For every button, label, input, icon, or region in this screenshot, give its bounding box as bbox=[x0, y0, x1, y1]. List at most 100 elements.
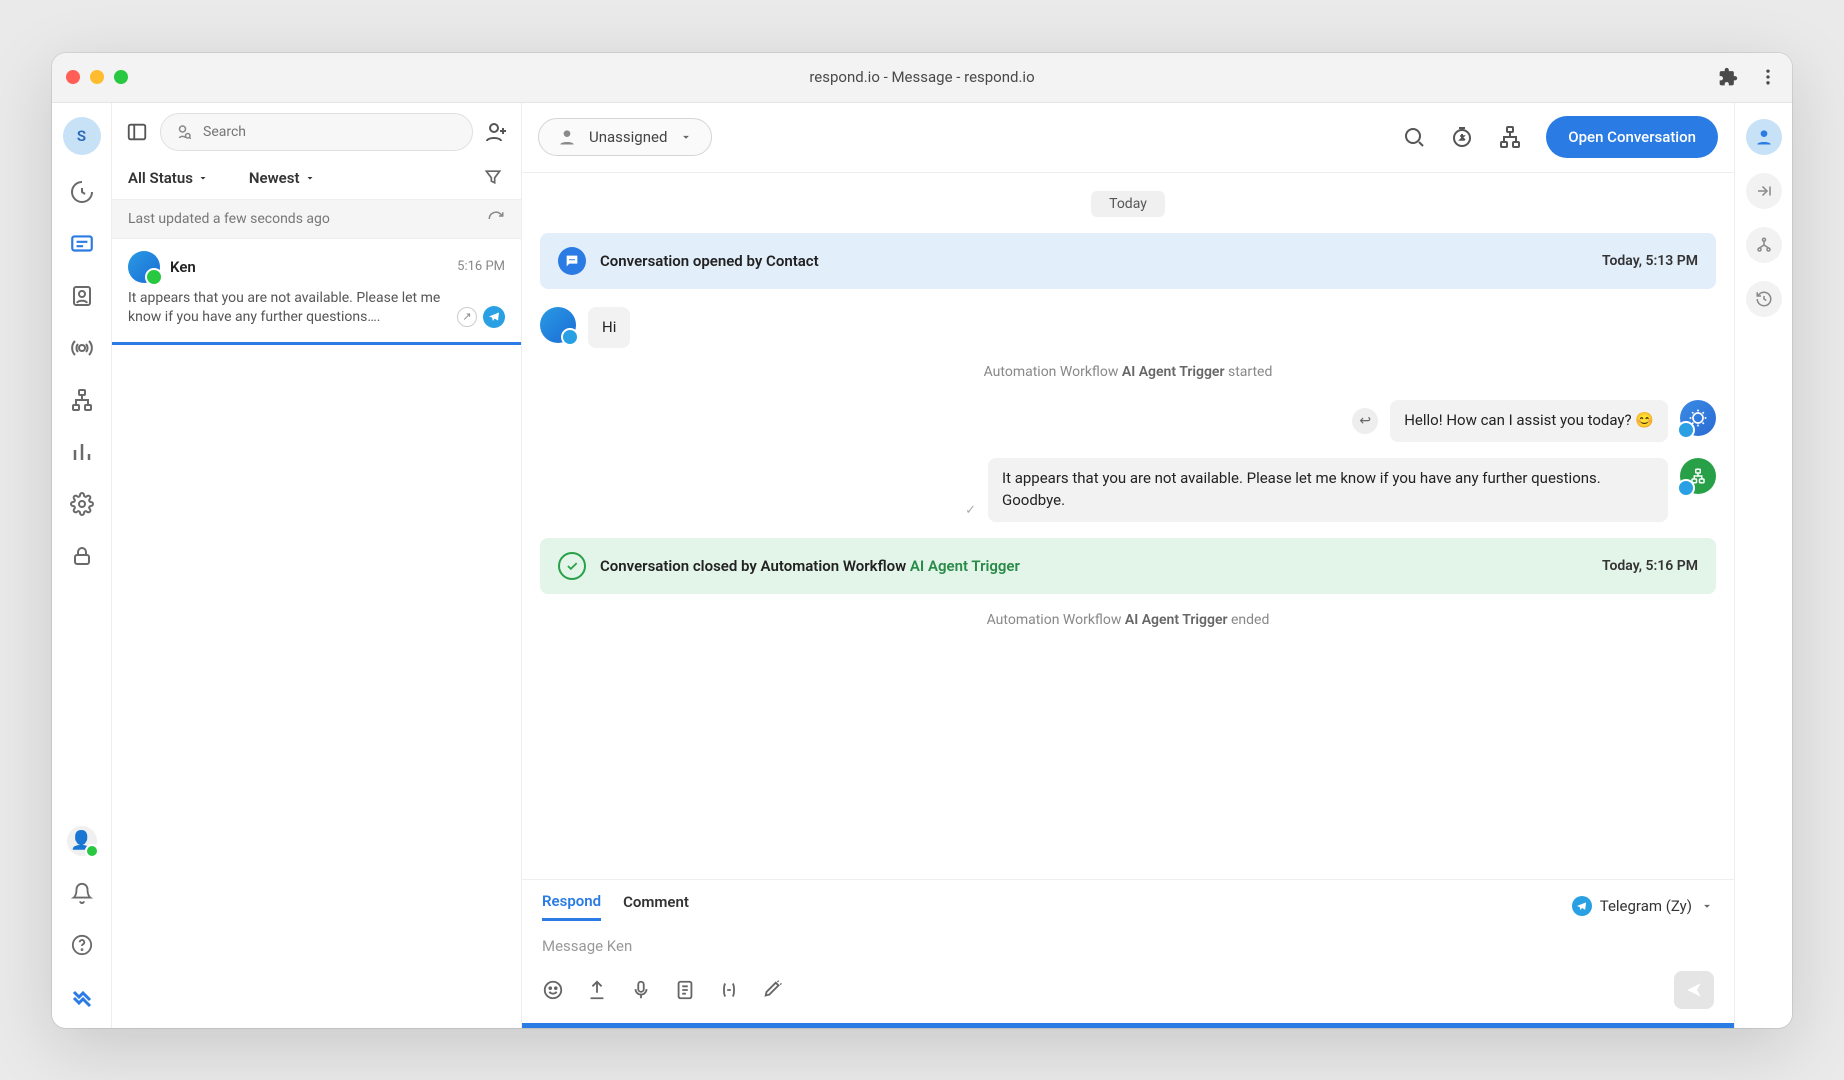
status-filter-dropdown[interactable]: All Status bbox=[128, 169, 209, 187]
contact-details-avatar[interactable] bbox=[1746, 119, 1782, 155]
chevron-down-icon bbox=[679, 130, 693, 144]
conversation-preview: It appears that you are not available. P… bbox=[128, 289, 449, 328]
ai-agent-avatar bbox=[1680, 400, 1716, 436]
conversation-main: Unassigned Open Conversation Today Conve… bbox=[522, 103, 1734, 1028]
workflow-icon[interactable] bbox=[1498, 125, 1522, 149]
message-thread: Today Conversation opened by Contact Tod… bbox=[522, 173, 1734, 879]
composer-underline bbox=[522, 1023, 1734, 1028]
check-circle-icon bbox=[558, 552, 586, 580]
telegram-icon bbox=[1572, 896, 1592, 916]
nav-rail: S 👤 bbox=[52, 103, 112, 1028]
chevron-down-icon bbox=[1700, 899, 1714, 913]
extensions-icon[interactable] bbox=[1718, 67, 1738, 87]
event-opened-time: Today, 5:13 PM bbox=[1602, 253, 1698, 269]
last-updated-bar: Last updated a few seconds ago bbox=[112, 199, 521, 239]
last-updated-text: Last updated a few seconds ago bbox=[128, 211, 330, 227]
send-button[interactable] bbox=[1674, 971, 1714, 1009]
filter-icon[interactable] bbox=[483, 167, 505, 189]
channel-label: Telegram (Zy) bbox=[1600, 897, 1692, 915]
conversation-list-panel: All Status Newest Last updated a few sec… bbox=[112, 103, 522, 1028]
app-window: respond.io - Message - respond.io S 👤 bbox=[52, 53, 1792, 1028]
open-conversation-button[interactable]: Open Conversation bbox=[1546, 116, 1718, 158]
workflow-ended-note: Automation Workflow AI Agent Trigger end… bbox=[540, 612, 1716, 628]
event-conversation-opened: Conversation opened by Contact Today, 5:… bbox=[540, 233, 1716, 289]
assignee-label: Unassigned bbox=[589, 128, 667, 146]
workflow-started-note: Automation Workflow AI Agent Trigger sta… bbox=[540, 364, 1716, 380]
delivered-check-icon: ✓ bbox=[965, 503, 976, 518]
nav-settings[interactable] bbox=[67, 489, 97, 519]
contact-avatar bbox=[128, 251, 160, 283]
search-conversation-icon[interactable] bbox=[1402, 125, 1426, 149]
assignee-dropdown[interactable]: Unassigned bbox=[538, 118, 712, 156]
tab-comment[interactable]: Comment bbox=[623, 893, 689, 919]
nav-reports[interactable] bbox=[67, 437, 97, 467]
sort-dropdown[interactable]: Newest bbox=[249, 169, 316, 187]
snippet-icon[interactable] bbox=[674, 979, 696, 1001]
nav-help[interactable] bbox=[67, 930, 97, 960]
window-maximize-button[interactable] bbox=[114, 70, 128, 84]
window-controls bbox=[66, 70, 128, 84]
telegram-icon bbox=[483, 306, 505, 328]
panel-collapse-icon[interactable] bbox=[124, 119, 150, 145]
microphone-icon[interactable] bbox=[630, 979, 652, 1001]
titlebar: respond.io - Message - respond.io bbox=[52, 53, 1792, 103]
nav-workflows[interactable] bbox=[67, 385, 97, 415]
event-opened-text: Conversation opened by Contact bbox=[600, 252, 819, 270]
message-outgoing: ↩ Hello! How can I assist you today? 😊 bbox=[540, 400, 1716, 442]
nav-notifications[interactable] bbox=[67, 878, 97, 908]
chevron-down-icon bbox=[304, 172, 316, 184]
refresh-icon[interactable] bbox=[487, 210, 505, 228]
status-filter-label: All Status bbox=[128, 169, 193, 187]
tab-respond[interactable]: Respond bbox=[542, 892, 601, 921]
search-icon bbox=[175, 123, 193, 141]
message-bubble: Hello! How can I assist you today? 😊 bbox=[1390, 400, 1668, 442]
brand-logo-icon[interactable] bbox=[67, 982, 97, 1012]
outbound-arrow-icon: ↗ bbox=[457, 307, 477, 327]
composer: Respond Comment Telegram (Zy) bbox=[522, 879, 1734, 1028]
workspace-avatar[interactable]: S bbox=[63, 117, 101, 155]
chat-bubble-icon bbox=[558, 247, 586, 275]
right-rail bbox=[1734, 103, 1792, 1028]
add-contact-icon[interactable] bbox=[483, 119, 509, 145]
date-separator: Today bbox=[1091, 191, 1165, 217]
chevron-down-icon bbox=[197, 172, 209, 184]
sort-label: Newest bbox=[249, 169, 300, 187]
channel-selector[interactable]: Telegram (Zy) bbox=[1572, 896, 1714, 916]
message-incoming: Hi bbox=[540, 307, 1716, 349]
nav-broadcast[interactable] bbox=[67, 333, 97, 363]
nav-security[interactable] bbox=[67, 541, 97, 571]
ai-assist-icon[interactable] bbox=[762, 979, 784, 1001]
nav-contacts[interactable] bbox=[67, 281, 97, 311]
message-outgoing: ✓ It appears that you are not available.… bbox=[540, 458, 1716, 522]
search-input[interactable] bbox=[160, 113, 473, 151]
reply-icon: ↩ bbox=[1352, 408, 1378, 434]
conversation-time: 5:16 PM bbox=[457, 259, 505, 274]
message-bubble: It appears that you are not available. P… bbox=[988, 458, 1668, 522]
conversation-item[interactable]: Ken 5:16 PM It appears that you are not … bbox=[112, 239, 521, 345]
nav-dashboard[interactable] bbox=[67, 177, 97, 207]
event-conversation-closed: Conversation closed by Automation Workfl… bbox=[540, 538, 1716, 594]
window-minimize-button[interactable] bbox=[90, 70, 104, 84]
search-field[interactable] bbox=[203, 124, 458, 140]
merge-icon[interactable] bbox=[1746, 173, 1782, 209]
message-input[interactable] bbox=[542, 931, 1714, 961]
workflow-avatar bbox=[1680, 458, 1716, 494]
history-icon[interactable] bbox=[1746, 281, 1782, 317]
window-title: respond.io - Message - respond.io bbox=[809, 68, 1034, 86]
window-close-button[interactable] bbox=[66, 70, 80, 84]
event-closed-text: Conversation closed by Automation Workfl… bbox=[600, 557, 1020, 575]
workflow-rail-icon[interactable] bbox=[1746, 227, 1782, 263]
contact-name: Ken bbox=[170, 258, 196, 276]
snooze-icon[interactable] bbox=[1450, 125, 1474, 149]
conversation-header: Unassigned Open Conversation bbox=[522, 103, 1734, 173]
nav-messages[interactable] bbox=[67, 229, 97, 259]
event-closed-time: Today, 5:16 PM bbox=[1602, 558, 1698, 574]
person-icon bbox=[557, 127, 577, 147]
emoji-icon[interactable] bbox=[542, 979, 564, 1001]
message-bubble: Hi bbox=[588, 307, 630, 349]
more-menu-icon[interactable] bbox=[1758, 67, 1778, 87]
contact-avatar bbox=[540, 307, 576, 343]
attachment-icon[interactable] bbox=[586, 979, 608, 1001]
variable-icon[interactable] bbox=[718, 979, 740, 1001]
user-avatar[interactable]: 👤 bbox=[67, 826, 97, 856]
